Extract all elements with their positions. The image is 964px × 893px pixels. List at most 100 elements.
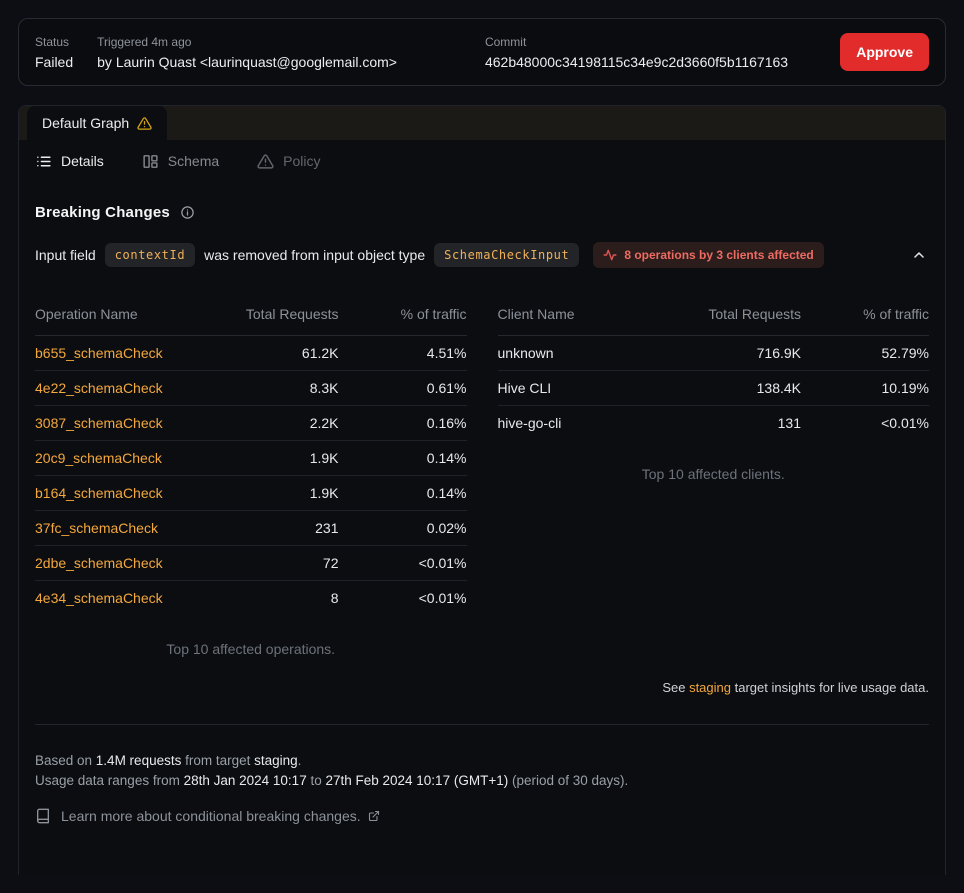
usage-text: Usage data ranges from (35, 773, 184, 788)
operations-col-requests: Total Requests (204, 295, 339, 336)
chevron-up-icon[interactable] (909, 245, 929, 265)
operation-requests: 1.9K (204, 476, 339, 511)
breaking-changes-header: Breaking Changes (35, 204, 929, 221)
table-row: Hive CLI 138.4K 10.19% (498, 371, 930, 406)
book-icon (35, 808, 51, 824)
affected-usage-tables: Operation Name Total Requests % of traff… (35, 295, 929, 657)
commit-group: Commit 462b48000c34198115c34e9c2d3660f5b… (485, 35, 788, 70)
operations-header-row: Operation Name Total Requests % of traff… (35, 295, 467, 336)
status-group: Status Failed (35, 35, 73, 70)
table-row: unknown 716.9K 52.79% (498, 336, 930, 371)
client-name: unknown (498, 336, 667, 371)
tab-policy-label: Policy (283, 153, 320, 169)
details-content: Breaking Changes Input field contextId w… (19, 204, 945, 824)
operation-requests: 231 (204, 511, 339, 546)
operation-traffic: 0.02% (339, 511, 467, 546)
operation-requests: 61.2K (204, 336, 339, 371)
operation-link[interactable]: b164_schemaCheck (35, 485, 163, 501)
commit-hash: 462b48000c34198115c34e9c2d3660f5b1167163 (485, 54, 788, 70)
operation-traffic: <0.01% (339, 546, 467, 581)
status-label: Status (35, 35, 73, 49)
insights-note-suffix: target insights for live usage data. (731, 680, 929, 695)
learn-more-label: Learn more about conditional breaking ch… (61, 808, 361, 824)
tab-details[interactable]: Details (35, 153, 104, 170)
triggered-label: Triggered 4m ago (97, 35, 397, 49)
operation-traffic: 0.14% (339, 441, 467, 476)
clients-col-requests: Total Requests (666, 295, 801, 336)
client-name: hive-go-cli (498, 406, 667, 441)
operation-traffic: <0.01% (339, 581, 467, 616)
operation-link[interactable]: 3087_schemaCheck (35, 415, 163, 431)
client-traffic: 10.19% (801, 371, 929, 406)
tab-default-graph[interactable]: Default Graph (27, 106, 167, 140)
pulse-icon (603, 248, 617, 262)
operation-link[interactable]: 4e22_schemaCheck (35, 380, 163, 396)
schema-icon (142, 153, 159, 170)
affected-operations-badge: 8 operations by 3 clients affected (593, 242, 823, 268)
usage-summary: Based on 1.4M requests from target stagi… (35, 751, 929, 791)
table-row: 4e22_schemaCheck 8.3K 0.61% (35, 371, 467, 406)
operation-link[interactable]: 20c9_schemaCheck (35, 450, 162, 466)
usage-request-count: 1.4M requests (96, 753, 182, 768)
tab-details-label: Details (61, 153, 104, 169)
warning-triangle-icon (137, 116, 152, 131)
tab-policy[interactable]: Policy (257, 153, 320, 170)
triggered-group: Triggered 4m ago by Laurin Quast <laurin… (97, 35, 397, 70)
usage-text: from target (181, 753, 254, 768)
operation-link[interactable]: b655_schemaCheck (35, 345, 163, 361)
graph-tab-strip: Default Graph (19, 106, 945, 140)
table-row: 37fc_schemaCheck 231 0.02% (35, 511, 467, 546)
tab-schema-label: Schema (168, 153, 219, 169)
check-nav-row: Details Schema Policy (19, 140, 945, 182)
commit-label: Commit (485, 35, 788, 49)
graph-tab-label: Default Graph (42, 115, 129, 131)
operations-col-name: Operation Name (35, 295, 204, 336)
operation-traffic: 4.51% (339, 336, 467, 371)
learn-more-link[interactable]: Learn more about conditional breaking ch… (61, 808, 380, 824)
usage-text: to (307, 773, 326, 788)
table-row: b164_schemaCheck 1.9K 0.14% (35, 476, 467, 511)
insights-note: See staging target insights for live usa… (35, 680, 929, 695)
operation-requests: 8 (204, 581, 339, 616)
schema-check-card: Default Graph Details (18, 105, 946, 875)
approve-button[interactable]: Approve (840, 33, 929, 71)
clients-col-name: Client Name (498, 295, 667, 336)
status-value: Failed (35, 54, 73, 70)
client-requests: 131 (666, 406, 801, 441)
staging-target-link[interactable]: staging (689, 680, 731, 695)
operations-table: Operation Name Total Requests % of traff… (35, 295, 467, 615)
usage-range-end: 27th Feb 2024 10:17 (GMT+1) (325, 773, 508, 788)
clients-table: Client Name Total Requests % of traffic … (498, 295, 930, 440)
client-requests: 716.9K (666, 336, 801, 371)
info-icon[interactable] (180, 205, 195, 220)
triggered-author: by Laurin Quast <laurinquast@googlemail.… (97, 54, 397, 70)
affected-badge-label: 8 operations by 3 clients affected (624, 248, 813, 262)
alert-triangle-icon (257, 153, 274, 170)
tab-schema[interactable]: Schema (142, 153, 219, 170)
table-row: 3087_schemaCheck 2.2K 0.16% (35, 406, 467, 441)
learn-more-row: Learn more about conditional breaking ch… (35, 808, 929, 824)
operation-link[interactable]: 4e34_schemaCheck (35, 590, 163, 606)
change-middle: was removed from input object type (204, 247, 425, 263)
change-prefix: Input field (35, 247, 96, 263)
field-name-chip: contextId (105, 243, 195, 267)
operation-traffic: 0.16% (339, 406, 467, 441)
usage-target-name: staging (254, 753, 298, 768)
operation-requests: 72 (204, 546, 339, 581)
table-row: 2dbe_schemaCheck 72 <0.01% (35, 546, 467, 581)
client-traffic: 52.79% (801, 336, 929, 371)
operation-link[interactable]: 37fc_schemaCheck (35, 520, 158, 536)
breaking-change-row[interactable]: Input field contextId was removed from i… (35, 242, 929, 268)
check-summary-card: Status Failed Triggered 4m ago by Laurin… (18, 18, 946, 86)
operations-col-traffic: % of traffic (339, 295, 467, 336)
list-icon (35, 153, 52, 170)
operations-panel: Operation Name Total Requests % of traff… (35, 295, 467, 657)
operation-link[interactable]: 2dbe_schemaCheck (35, 555, 163, 571)
client-traffic: <0.01% (801, 406, 929, 441)
table-row: hive-go-cli 131 <0.01% (498, 406, 930, 441)
usage-summary-line2: Usage data ranges from 28th Jan 2024 10:… (35, 771, 929, 791)
operation-traffic: 0.61% (339, 371, 467, 406)
clients-caption: Top 10 affected clients. (498, 466, 930, 482)
client-name: Hive CLI (498, 371, 667, 406)
usage-text: (period of 30 days). (508, 773, 628, 788)
